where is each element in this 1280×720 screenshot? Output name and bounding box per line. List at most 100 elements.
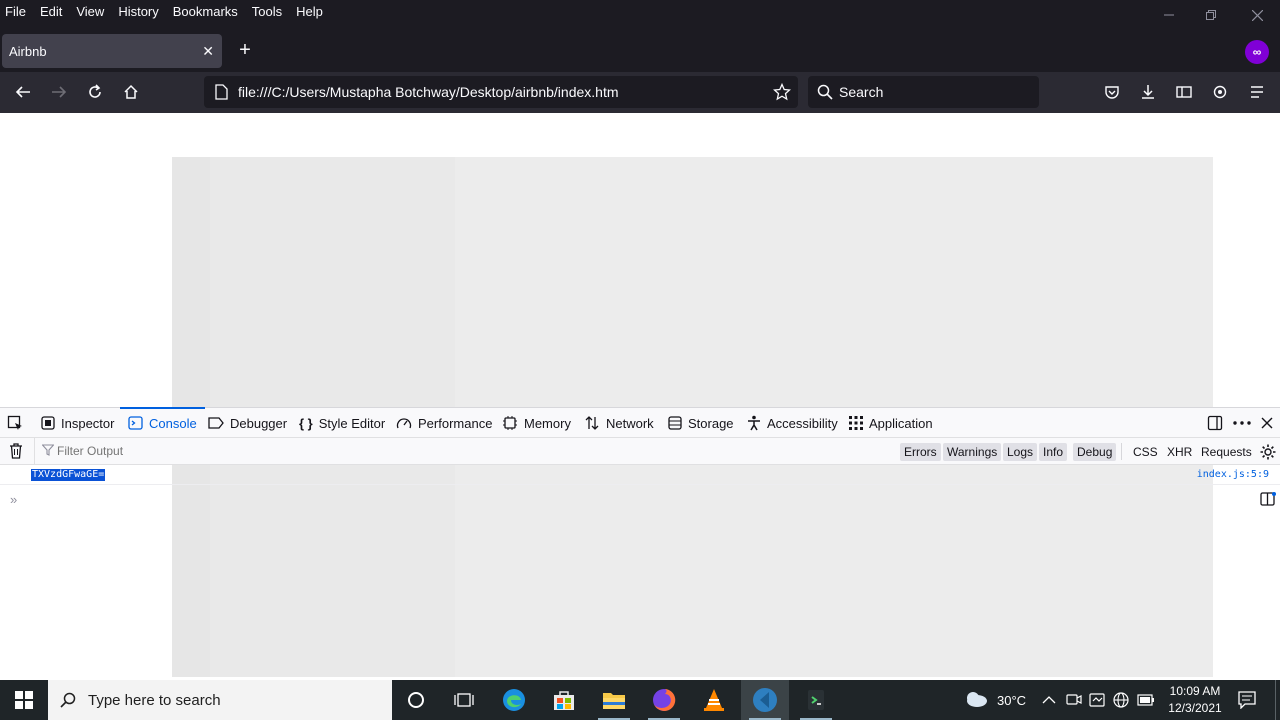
tab-label: Console bbox=[149, 415, 197, 431]
filter-info-button[interactable]: Info bbox=[1039, 443, 1068, 461]
performance-icon bbox=[396, 418, 412, 429]
file-explorer-app[interactable] bbox=[590, 680, 638, 720]
close-devtools-button[interactable] bbox=[1261, 408, 1273, 438]
tab-storage[interactable]: Storage bbox=[668, 408, 734, 438]
close-icon bbox=[1261, 417, 1273, 429]
taskbar-search-placeholder: Type here to search bbox=[88, 692, 221, 709]
weather-icon[interactable] bbox=[964, 690, 988, 713]
back-button[interactable] bbox=[11, 80, 35, 104]
tab-strip: Airbnb ✕ + ∞ bbox=[0, 22, 1280, 72]
storage-icon bbox=[668, 416, 682, 430]
tab-label: Accessibility bbox=[767, 415, 838, 431]
tab-debugger[interactable]: Debugger bbox=[208, 408, 287, 438]
search-icon bbox=[60, 692, 76, 708]
tab-application[interactable]: Application bbox=[849, 408, 933, 438]
search-bar[interactable]: Search bbox=[808, 76, 1039, 108]
vlc-app[interactable] bbox=[690, 680, 738, 720]
tab-performance[interactable]: Performance bbox=[396, 408, 492, 438]
action-center-button[interactable] bbox=[1238, 691, 1256, 714]
network-globe-icon[interactable] bbox=[1113, 692, 1129, 713]
split-editor-icon bbox=[1260, 492, 1276, 506]
filter-debug-button[interactable]: Debug bbox=[1073, 443, 1117, 461]
accessibility-icon bbox=[748, 415, 760, 431]
hamburger-icon bbox=[1251, 86, 1263, 98]
filter-errors-button[interactable]: Errors bbox=[900, 443, 941, 461]
menu-edit[interactable]: Edit bbox=[34, 4, 70, 19]
menu-view[interactable]: View bbox=[70, 4, 112, 19]
tab-label: Debugger bbox=[230, 415, 288, 431]
cortana-button[interactable] bbox=[392, 680, 440, 720]
filter-warnings-button[interactable]: Warnings bbox=[943, 443, 1002, 461]
tab-network[interactable]: Network bbox=[584, 408, 654, 438]
vscode-app[interactable] bbox=[741, 680, 789, 720]
menu-file[interactable]: File bbox=[0, 4, 34, 19]
vlc-cone-icon bbox=[704, 689, 724, 711]
tab-memory[interactable]: Memory bbox=[502, 408, 571, 438]
gear-icon bbox=[1260, 444, 1276, 460]
clear-console-button[interactable] bbox=[9, 443, 23, 462]
extensions-button[interactable] bbox=[1208, 80, 1232, 104]
console-log-row: TXVzdGFwaGE= index.js:5:9 bbox=[0, 465, 1280, 485]
tab-style-editor[interactable]: { } Style Editor bbox=[299, 408, 385, 438]
close-tab-icon[interactable]: ✕ bbox=[202, 43, 214, 60]
folder-icon bbox=[603, 693, 625, 709]
dock-options-button[interactable] bbox=[1207, 408, 1223, 438]
home-button[interactable] bbox=[119, 80, 143, 104]
notifications-icon bbox=[1238, 691, 1256, 710]
element-picker-button[interactable] bbox=[7, 408, 23, 438]
filter-logs-button[interactable]: Logs bbox=[1003, 443, 1038, 461]
tab-accessibility[interactable]: Accessibility bbox=[747, 408, 838, 438]
filter-css-button[interactable]: CSS bbox=[1129, 443, 1162, 461]
divider bbox=[1121, 443, 1122, 460]
log-message[interactable]: TXVzdGFwaGE= bbox=[31, 469, 106, 481]
tab-inspector[interactable]: Inspector bbox=[41, 408, 114, 438]
console-settings-button[interactable] bbox=[1260, 444, 1276, 463]
battery-icon[interactable] bbox=[1137, 693, 1155, 711]
downloads-button[interactable] bbox=[1136, 80, 1160, 104]
taskbar-search-box[interactable]: Type here to search bbox=[48, 680, 392, 720]
start-button[interactable] bbox=[0, 680, 48, 720]
app-menu-button[interactable] bbox=[1245, 80, 1269, 104]
tab-label: Performance bbox=[418, 415, 493, 431]
sidebar-button[interactable] bbox=[1172, 80, 1196, 104]
log-source-link[interactable]: index.js:5:9 bbox=[1197, 469, 1269, 480]
ellipsis-icon bbox=[1233, 421, 1251, 425]
pocket-button[interactable] bbox=[1100, 80, 1124, 104]
show-desktop-button[interactable] bbox=[1275, 680, 1280, 720]
terminal-app[interactable] bbox=[792, 680, 840, 720]
console-prompt-icon[interactable]: » bbox=[10, 492, 17, 507]
bookmark-star-icon[interactable] bbox=[773, 83, 791, 101]
forward-arrow-icon bbox=[52, 86, 67, 98]
filter-output-input[interactable] bbox=[57, 442, 357, 460]
task-view-button[interactable] bbox=[440, 680, 488, 720]
tab-console[interactable]: Console bbox=[120, 407, 205, 438]
inspector-icon bbox=[41, 416, 55, 430]
notification-area-icon[interactable] bbox=[1089, 692, 1105, 713]
editor-mode-button[interactable] bbox=[1260, 492, 1276, 511]
url-bar[interactable]: file:///C:/Users/Mustapha Botchway/Deskt… bbox=[204, 76, 798, 108]
meet-now-icon[interactable] bbox=[1066, 692, 1082, 713]
edge-app[interactable] bbox=[490, 680, 538, 720]
filter-requests-button[interactable]: Requests bbox=[1197, 443, 1256, 461]
firefox-app[interactable] bbox=[640, 680, 688, 720]
new-tab-button[interactable]: + bbox=[234, 40, 256, 62]
tab-label: Application bbox=[869, 415, 933, 431]
more-options-button[interactable] bbox=[1233, 408, 1251, 438]
store-app[interactable] bbox=[540, 680, 588, 720]
minimize-icon bbox=[1164, 14, 1174, 16]
filter-xhr-button[interactable]: XHR bbox=[1163, 443, 1196, 461]
vscode-icon bbox=[753, 688, 777, 712]
reload-button[interactable] bbox=[83, 80, 107, 104]
tab-airbnb[interactable]: Airbnb ✕ bbox=[2, 34, 222, 68]
menu-tools[interactable]: Tools bbox=[246, 4, 290, 19]
clock[interactable]: 10:09 AM 12/3/2021 bbox=[1160, 683, 1230, 717]
forward-button[interactable] bbox=[47, 80, 71, 104]
show-hidden-icons-button[interactable] bbox=[1042, 692, 1056, 710]
menu-help[interactable]: Help bbox=[290, 4, 331, 19]
weather-temperature[interactable]: 30°C bbox=[997, 693, 1026, 708]
tab-label: Style Editor bbox=[318, 415, 386, 431]
home-icon bbox=[124, 84, 138, 99]
menu-bookmarks[interactable]: Bookmarks bbox=[167, 4, 246, 19]
menu-history[interactable]: History bbox=[112, 4, 166, 19]
clock-date: 12/3/2021 bbox=[1168, 701, 1222, 715]
